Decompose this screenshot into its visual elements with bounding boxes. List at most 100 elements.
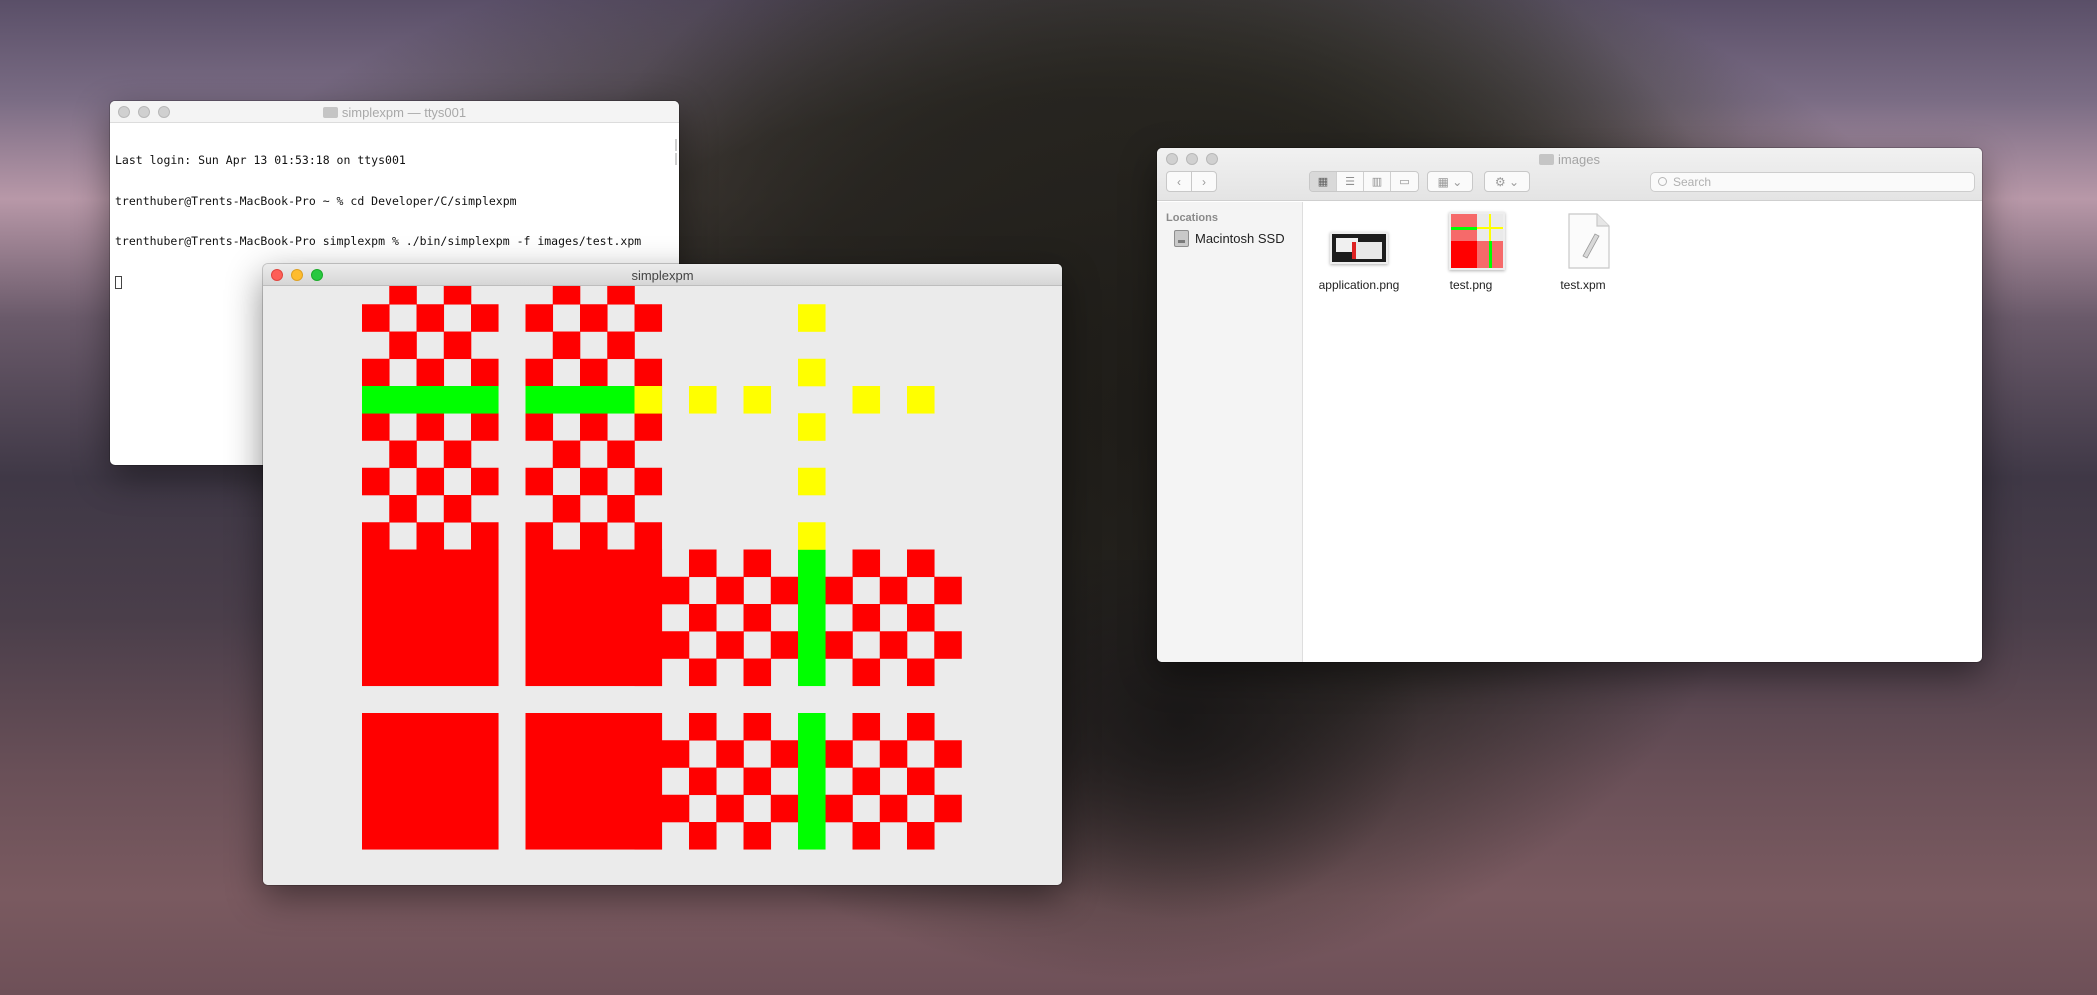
checker-cell — [716, 576, 744, 605]
checker-cell — [416, 467, 445, 496]
checker-cell — [852, 549, 881, 578]
search-icon — [1658, 177, 1667, 186]
checker-cell — [607, 331, 635, 360]
yellow-dot — [798, 358, 826, 387]
forward-button[interactable]: › — [1191, 171, 1217, 192]
icon-view-icon[interactable]: ▦ — [1310, 172, 1337, 191]
gallery-view-icon[interactable]: ▭ — [1391, 172, 1418, 191]
finder-toolbar[interactable]: images ‹ › ▦ ☰ ▥ ▭ ▦ ⌄ ⚙ ⌄ Search — [1157, 148, 1982, 201]
group-by-button[interactable]: ▦ ⌄ — [1427, 171, 1473, 192]
sidebar-item-label: Macintosh SSD — [1195, 231, 1285, 246]
chevron-left-icon: ‹ — [1177, 174, 1181, 189]
checker-cell — [362, 413, 390, 441]
checker-cell — [552, 331, 581, 360]
checker-cell — [580, 413, 608, 441]
checker-cell — [634, 467, 663, 496]
checker-cell — [362, 522, 390, 550]
scroll-marker — [675, 139, 677, 151]
terminal-line: Last login: Sun Apr 13 01:53:18 on ttys0… — [115, 153, 406, 167]
solid-block — [362, 713, 499, 850]
checker-cell — [689, 549, 717, 578]
checker-cell — [634, 358, 663, 387]
checker-cell — [416, 304, 445, 332]
folder-icon — [322, 107, 338, 118]
checker-cell — [852, 767, 881, 796]
image-thumbnail-icon — [1330, 232, 1388, 264]
checker-cell — [689, 658, 717, 687]
checker-cell — [525, 522, 554, 550]
yellow-dot — [907, 386, 935, 414]
checker-cell — [443, 331, 472, 360]
checker-cell — [389, 331, 417, 360]
checker-cell — [389, 286, 417, 305]
yellow-dot — [634, 386, 663, 414]
back-button[interactable]: ‹ — [1166, 171, 1192, 192]
checker-cell — [770, 794, 799, 823]
checker-cell — [607, 495, 635, 523]
file-name: test.xpm — [1560, 278, 1606, 292]
scroll-marker — [675, 153, 677, 165]
checker-cell — [716, 794, 744, 823]
checker-cell — [743, 767, 772, 796]
folder-icon — [1539, 154, 1555, 165]
sidebar-heading: Locations — [1166, 212, 1218, 224]
chevron-right-icon: › — [1202, 174, 1206, 189]
checker-cell — [607, 440, 635, 469]
checker-cell — [443, 495, 472, 523]
checker-cell — [716, 740, 744, 768]
checker-cell — [416, 522, 445, 550]
green-bar — [798, 713, 826, 850]
checker-cell — [661, 794, 690, 823]
checker-cell — [580, 358, 608, 387]
checker-cell — [634, 413, 663, 441]
checker-cell — [825, 631, 853, 659]
checker-cell — [689, 822, 717, 850]
checker-cell — [389, 440, 417, 469]
checker-cell — [907, 658, 935, 687]
xpm-image — [362, 286, 962, 850]
checker-cell — [770, 576, 799, 605]
checker-cell — [852, 713, 881, 741]
file-name: application.png — [1318, 278, 1400, 292]
disk-icon — [1174, 230, 1189, 247]
sidebar-item-macintosh-ssd[interactable]: Macintosh SSD — [1174, 230, 1285, 247]
file-name: test.png — [1449, 278, 1493, 292]
checker-cell — [879, 740, 908, 768]
yellow-dot — [798, 467, 826, 496]
checker-cell — [825, 576, 853, 605]
checker-cell — [743, 713, 772, 741]
search-input[interactable]: Search — [1650, 172, 1975, 192]
checker-cell — [362, 358, 390, 387]
yellow-dot — [689, 386, 717, 414]
checker-cell — [689, 604, 717, 632]
gear-icon: ⚙ ⌄ — [1494, 174, 1520, 189]
terminal-titlebar[interactable]: simplexpm — ttys001 — [110, 101, 679, 123]
simplexpm-title: simplexpm — [631, 268, 694, 283]
view-mode-selector[interactable]: ▦ ☰ ▥ ▭ — [1309, 171, 1419, 192]
checker-cell — [471, 522, 499, 550]
checker-cell — [852, 604, 881, 632]
checker-cell — [362, 467, 390, 496]
checker-cell — [607, 286, 635, 305]
checker-cell — [389, 495, 417, 523]
green-bar — [798, 549, 826, 687]
checker-cell — [552, 495, 581, 523]
checker-cell — [934, 631, 962, 659]
simplexpm-window[interactable]: simplexpm — [263, 264, 1062, 885]
checker-cell — [825, 794, 853, 823]
terminal-line: trenthuber@Trents-MacBook-Pro ~ % cd Dev… — [115, 193, 517, 208]
checker-cell — [443, 440, 472, 469]
finder-window[interactable]: images ‹ › ▦ ☰ ▥ ▭ ▦ ⌄ ⚙ ⌄ Search Locati… — [1157, 148, 1982, 662]
checker-cell — [879, 576, 908, 605]
thumbnail-detail — [1352, 242, 1382, 259]
simplexpm-titlebar[interactable]: simplexpm — [263, 264, 1062, 286]
column-view-icon[interactable]: ▥ — [1364, 172, 1391, 191]
checker-cell — [689, 767, 717, 796]
action-button[interactable]: ⚙ ⌄ — [1484, 171, 1530, 192]
green-bar — [362, 386, 499, 414]
document-icon — [1567, 212, 1611, 270]
list-view-icon[interactable]: ☰ — [1337, 172, 1364, 191]
grid-icon: ▦ ⌄ — [1437, 174, 1463, 189]
checker-cell — [852, 822, 881, 850]
checker-cell — [743, 549, 772, 578]
